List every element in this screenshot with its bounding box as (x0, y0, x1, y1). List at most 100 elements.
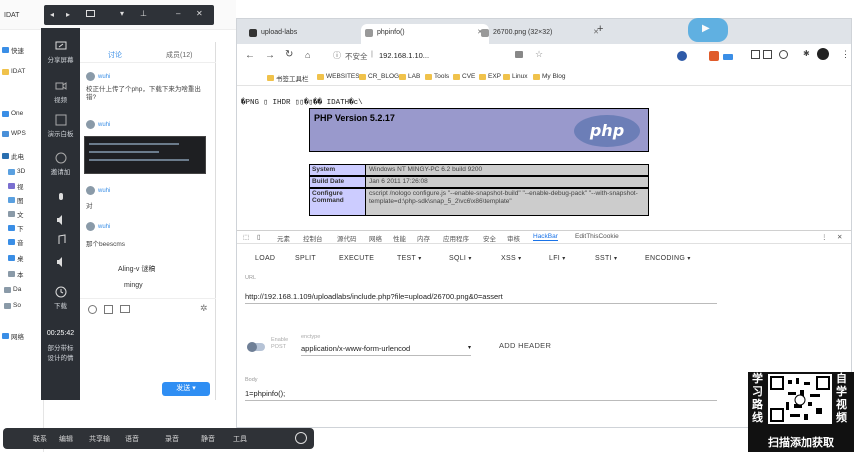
bookmark-cr-blog[interactable]: CR_BLOG (359, 73, 399, 80)
hackbar-ssti[interactable]: SSTI ▾ (595, 255, 617, 262)
devtools-device-icon[interactable]: ▯ (257, 233, 261, 241)
explorer-item-idat[interactable]: IDAT (2, 66, 44, 77)
hackbar-execute[interactable]: EXECUTE (339, 255, 374, 262)
explorer-item-onedrive[interactable]: One (2, 108, 44, 119)
star-icon[interactable]: ☆ (535, 49, 543, 60)
pin-icon[interactable]: ⊥ (140, 9, 147, 18)
devtools-tab[interactable]: 控制台 (303, 233, 323, 243)
tab-phpinfo[interactable]: phpinfo()✕ (361, 24, 489, 44)
hackbar-split[interactable]: SPLIT (295, 255, 316, 262)
music-button[interactable] (41, 234, 80, 248)
devtools-tab[interactable]: 源代码 (337, 233, 357, 243)
explorer-item-network[interactable]: 网络 (2, 330, 44, 341)
gear-icon[interactable]: ✲ (200, 303, 208, 314)
image-icon[interactable] (120, 305, 130, 313)
puzzle-icon[interactable]: ✱ (803, 49, 810, 58)
more-icon[interactable]: ⋮ (821, 233, 828, 241)
explorer-item-wps[interactable]: WPS (2, 128, 44, 139)
arrow-right-icon[interactable]: ▸ (66, 10, 70, 19)
bottom-item-contact[interactable]: 联系 (33, 434, 47, 444)
home-icon[interactable]: ⌂ (305, 50, 310, 60)
bottom-item-edit[interactable]: 编辑 (59, 434, 73, 444)
extension-icon[interactable] (677, 51, 687, 61)
whiteboard-button[interactable]: 演示白板 (41, 114, 80, 138)
back-icon[interactable]: ← (245, 50, 255, 61)
devtools-tab[interactable]: EditThisCookie (575, 233, 619, 240)
mic-button[interactable] (41, 192, 80, 206)
explorer-item-data[interactable]: Da (4, 284, 46, 295)
download-button[interactable]: 下载 (41, 286, 80, 310)
invite-button[interactable]: 邀请加 (41, 152, 80, 176)
devtools-tab[interactable]: 网络 (369, 233, 382, 243)
menu-icon[interactable]: ⋮ (841, 49, 850, 60)
tab-upload-labs[interactable]: upload-labs✕ (245, 24, 373, 44)
tab-members[interactable]: 成员(12) (166, 50, 192, 60)
extension-icon[interactable] (723, 54, 733, 60)
folder-icon[interactable] (86, 10, 95, 17)
hackbar-encoding[interactable]: ENCODING ▾ (645, 255, 691, 262)
translate-icon[interactable] (515, 51, 523, 58)
bookmark-toolbar[interactable]: 书签工具栏 (267, 73, 309, 83)
bookmark-linux[interactable]: Linux (503, 73, 528, 80)
devtools-tab[interactable]: 应用程序 (443, 233, 469, 243)
arrow-left-icon[interactable]: ◂ (50, 10, 54, 19)
hackbar-sqli[interactable]: SQLI ▾ (449, 255, 472, 262)
hackbar-test[interactable]: TEST ▾ (397, 255, 422, 262)
add-header-button[interactable]: ADD HEADER (499, 341, 551, 350)
extension-icon[interactable] (709, 51, 719, 61)
explorer-item-pc[interactable]: 此电 (2, 150, 44, 161)
close-icon[interactable]: ✕ (196, 9, 203, 18)
new-tab-button[interactable]: + (597, 23, 603, 35)
enctype-select[interactable]: application/x-www-form-urlencod ▾ (301, 344, 471, 356)
extension-icon[interactable] (751, 50, 760, 59)
chat-screenshot-image[interactable] (84, 136, 206, 174)
hackbar-xss[interactable]: XSS ▾ (501, 255, 521, 262)
hackbar-body-field[interactable]: 1=phpinfo(); (245, 389, 717, 401)
tab-png[interactable]: 26700.png (32×32) ✕ (477, 24, 605, 44)
devtools-tab[interactable]: 内存 (417, 233, 430, 243)
speaker-button[interactable] (41, 214, 80, 228)
message-input[interactable] (84, 322, 212, 376)
bookmark-exp[interactable]: EXP (479, 73, 501, 80)
hackbar-load[interactable]: LOAD (255, 255, 275, 262)
hackbar-lfi[interactable]: LFI ▾ (549, 255, 566, 262)
share-screen-button[interactable]: 分享屏幕 (41, 40, 80, 64)
devtools-tab[interactable]: 审核 (507, 233, 520, 243)
emoji-icon[interactable] (88, 305, 97, 314)
devtools-tab[interactable]: 安全 (483, 233, 496, 243)
send-button[interactable]: 发送 ▾ (162, 382, 210, 396)
bookmark-lab[interactable]: LAB (399, 73, 420, 80)
forward-icon[interactable]: → (265, 50, 275, 61)
explorer-item-quick[interactable]: 快速 (2, 44, 44, 55)
chevron-down-icon[interactable]: ▾ (120, 9, 124, 18)
url-input[interactable] (377, 48, 517, 62)
devtools-inspect-icon[interactable]: ⬚ (243, 233, 249, 241)
bottom-item-tools[interactable]: 工具 (233, 434, 247, 444)
devtools-tab-hackbar[interactable]: HackBar (533, 233, 558, 241)
reload-icon[interactable]: ↻ (285, 49, 293, 60)
volume-button[interactable] (41, 256, 80, 270)
scissors-icon[interactable] (104, 305, 113, 314)
minimize-icon[interactable]: – (176, 9, 180, 18)
bottom-item-voice[interactable]: 语音 (125, 434, 139, 444)
avatar[interactable] (817, 48, 829, 60)
close-icon[interactable]: ✕ (837, 233, 842, 241)
tab-chat[interactable]: 讨论 (108, 50, 122, 60)
extension-icon[interactable] (763, 50, 772, 59)
extension-icon[interactable] (779, 50, 788, 59)
bookmark-my-blog[interactable]: My Blog (533, 73, 565, 80)
hackbar-menu: LOAD SPLIT EXECUTE TEST ▾ SQLI ▾ XSS ▾ L… (237, 252, 851, 268)
bookmark-websites[interactable]: WEBSITES (317, 73, 360, 80)
power-icon[interactable] (295, 432, 307, 444)
bookmark-cve[interactable]: CVE (453, 73, 475, 80)
bottom-item-mute[interactable]: 静音 (201, 434, 215, 444)
bottom-item-share[interactable]: 共享输 (89, 434, 110, 444)
devtools-tab[interactable]: 性能 (393, 233, 406, 243)
video-button[interactable]: 视频 (41, 80, 80, 104)
explorer-item-soft[interactable]: So (4, 300, 46, 311)
bookmark-tools[interactable]: Tools (425, 73, 449, 80)
enable-post-toggle[interactable] (247, 342, 265, 352)
hackbar-url-field[interactable]: http://192.168.1.109/uploadlabs/include.… (245, 292, 717, 304)
bottom-item-record[interactable]: 录音 (165, 434, 179, 444)
devtools-tab[interactable]: 元素 (277, 233, 290, 243)
